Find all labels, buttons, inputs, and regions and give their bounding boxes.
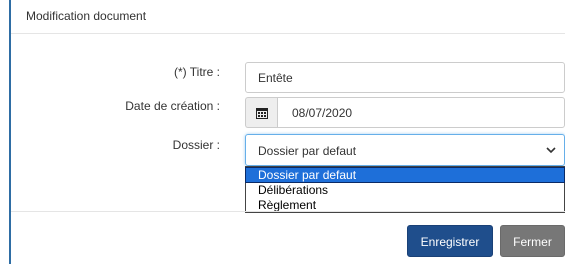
save-button[interactable]: Enregistrer [407, 225, 493, 257]
close-button[interactable]: Fermer [500, 225, 565, 257]
titre-input[interactable]: Entête [245, 62, 565, 93]
dossier-option[interactable]: Dossier par defaut [245, 167, 565, 183]
dossier-option[interactable]: Règlement [246, 198, 564, 212]
modal-title: Modification document [26, 9, 147, 23]
titre-label: (*) Titre : [173, 65, 220, 79]
dossier-select[interactable]: Dossier par defaut [245, 134, 565, 166]
dossier-dropdown-list: Dossier par defaut Délibérations Règleme… [245, 166, 565, 213]
calendar-button[interactable] [245, 97, 277, 128]
chevron-down-icon [546, 147, 556, 154]
date-label: Date de création : [125, 99, 220, 113]
date-field-group: 08/07/2020 [245, 97, 565, 128]
dossier-label: Dossier : [172, 138, 220, 152]
calendar-icon [256, 108, 268, 119]
dossier-selected-value: Dossier par defaut [258, 144, 357, 158]
modal-left-border [9, 0, 11, 264]
modal-header: Modification document [11, 0, 565, 34]
modal-footer-divider [11, 211, 565, 212]
dossier-option[interactable]: Délibérations [246, 183, 564, 197]
date-input[interactable]: 08/07/2020 [277, 97, 565, 128]
